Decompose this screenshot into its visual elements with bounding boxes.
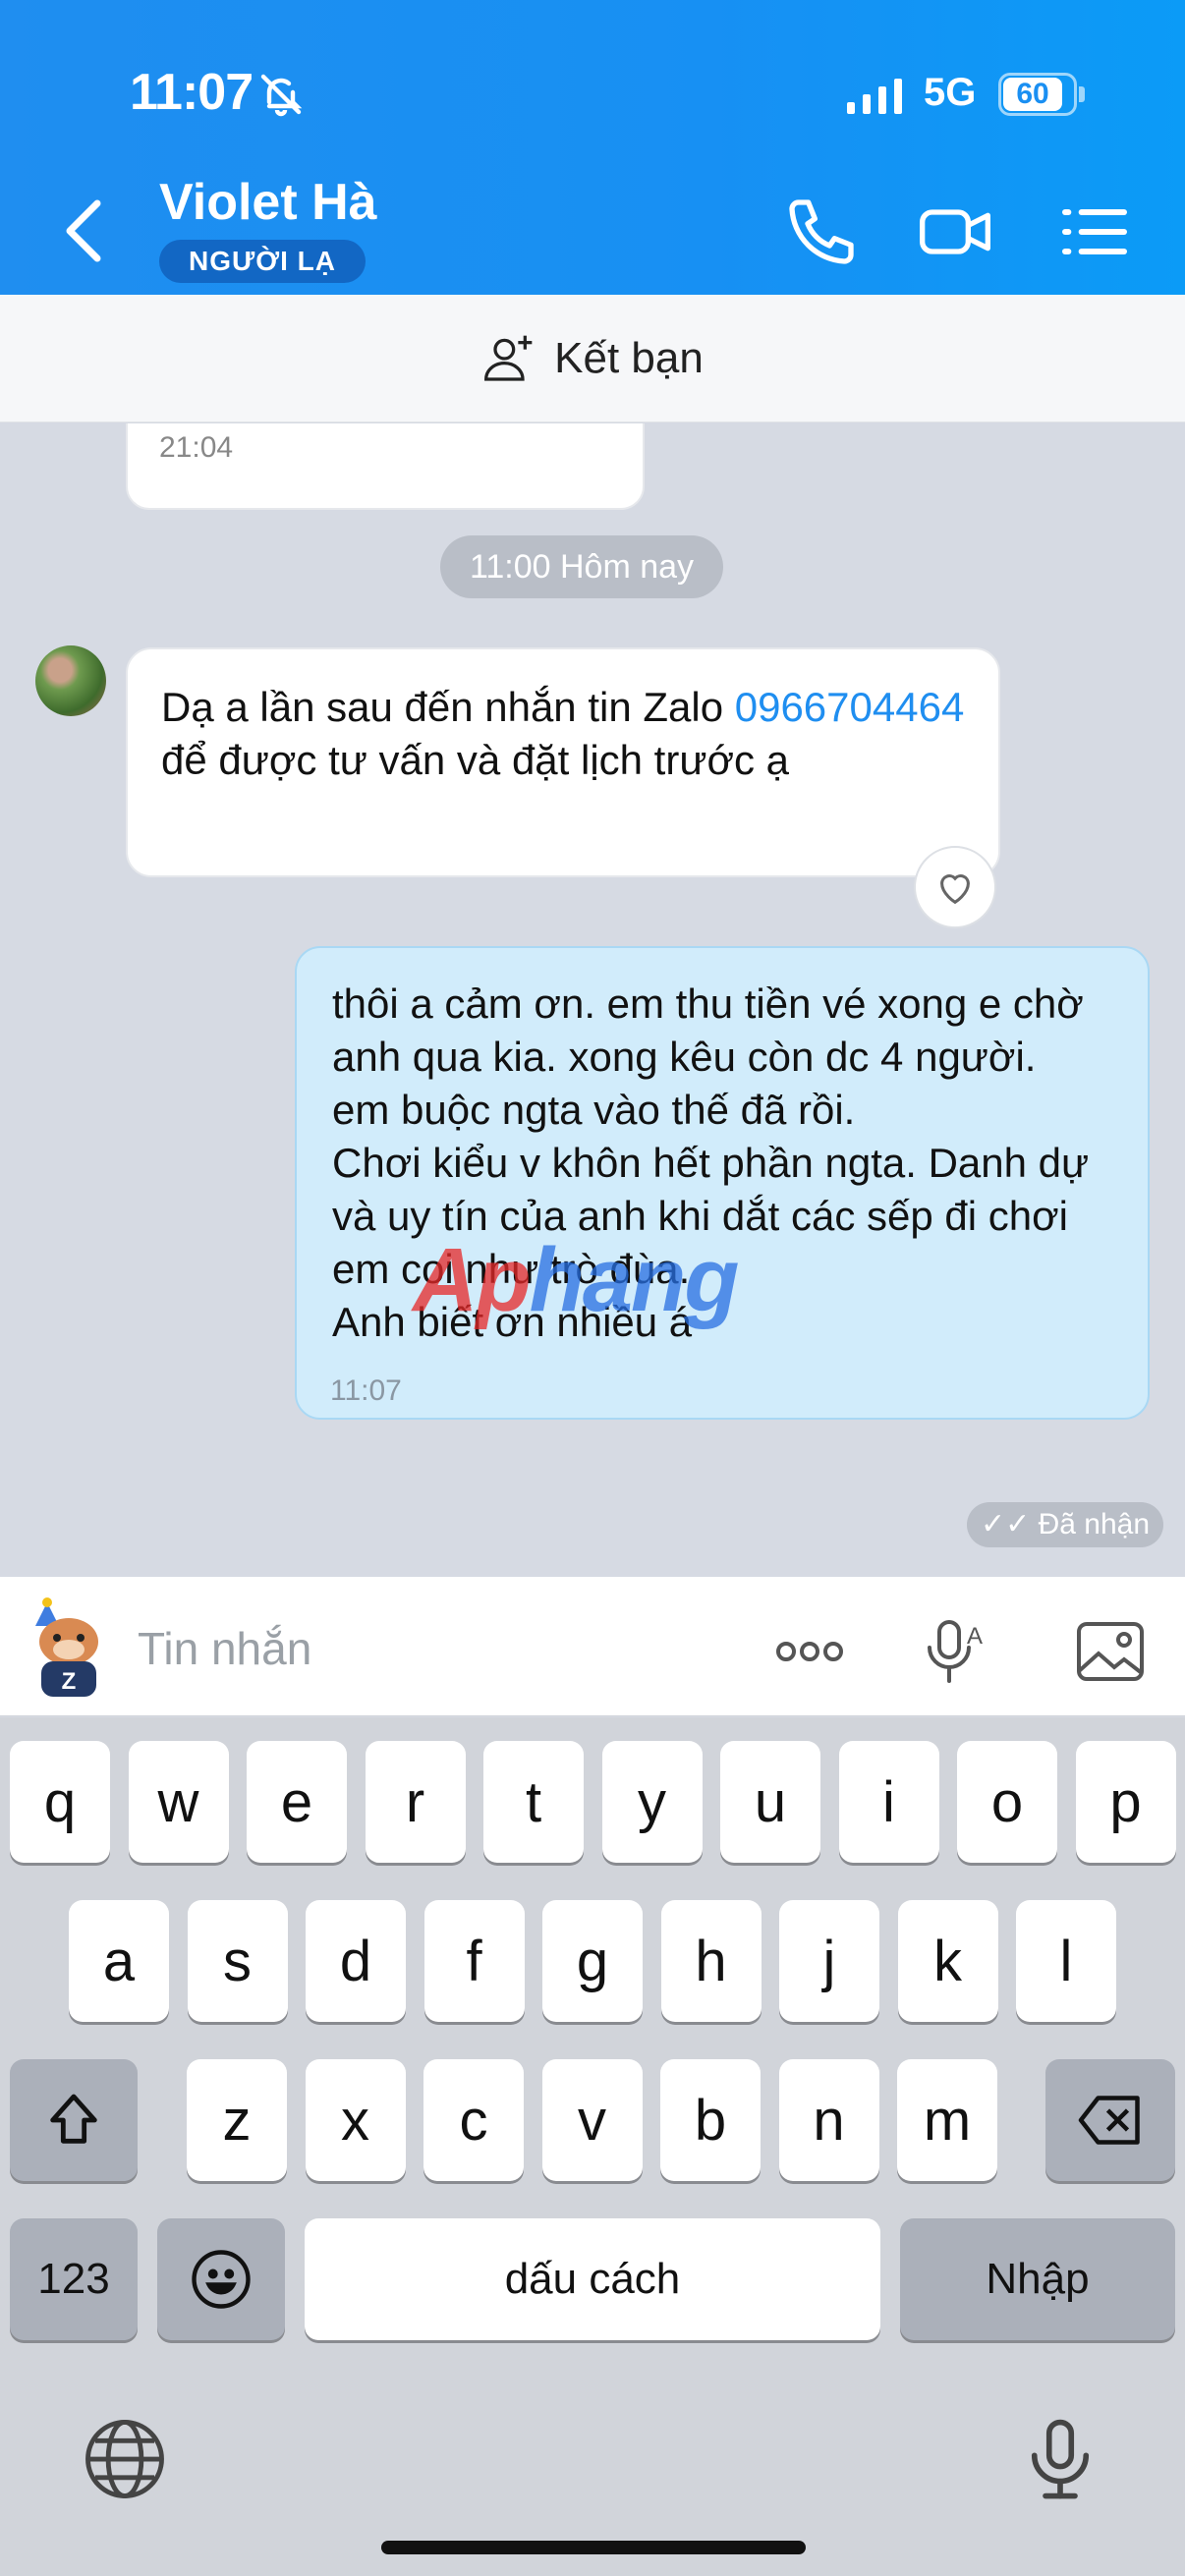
emoji-icon [192,2250,251,2309]
sticker-icon[interactable]: Z [20,1595,118,1703]
add-person-icon [484,335,533,381]
battery-level: 60 [1003,78,1062,111]
more-options-icon[interactable] [770,1612,849,1691]
message-input-bar: Z Tin nhắn A [0,1577,1185,1716]
key-d[interactable]: d [306,1900,406,2022]
svg-text:A: A [967,1623,983,1650]
key-o[interactable]: o [957,1741,1057,1863]
key-j[interactable]: j [779,1900,879,2022]
key-k[interactable]: k [897,1900,998,2022]
key-c[interactable]: c [423,2059,524,2181]
space-key[interactable]: dấu cách [305,2218,880,2340]
phone-call-icon[interactable] [782,193,861,271]
add-friend-button[interactable]: Kết bạn [0,295,1185,422]
key-b[interactable]: b [660,2059,761,2181]
key-m[interactable]: m [897,2059,997,2181]
react-heart-button[interactable] [914,846,996,928]
signal-icon [847,79,902,114]
key-i[interactable]: i [838,1741,939,1863]
svg-text:Z: Z [62,1668,77,1695]
key-t[interactable]: t [483,1741,584,1863]
incoming-message-bubble[interactable]: Dạ a lần sau đến nhắn tin Zalo 096670446… [126,647,1000,877]
key-f[interactable]: f [423,1900,525,2022]
outgoing-message-time: 11:07 [330,1374,402,1407]
incoming-text-after: để được tư vấn và đặt lịch trước ạ [161,737,790,783]
message-input[interactable]: Tin nhắn [138,1622,311,1675]
return-key[interactable]: Nhập [900,2218,1175,2340]
globe-icon[interactable] [81,2415,169,2503]
home-indicator [381,2541,806,2554]
previous-message-time: 21:04 [159,431,234,464]
shift-key[interactable] [10,2059,138,2181]
menu-list-icon[interactable] [1055,193,1134,271]
dictation-mic-icon[interactable] [1016,2415,1104,2503]
phone-number-link[interactable]: 0966704464 [735,684,965,730]
outgoing-message-bubble[interactable]: thôi a cảm ơn. em thu tiền vé xong e chờ… [295,946,1150,1420]
key-g[interactable]: g [542,1900,643,2022]
heart-icon [940,874,970,905]
voice-to-text-icon[interactable]: A [916,1612,994,1691]
chat-header: 11:07 5G 60 Violet Hà NGƯỜI LẠ [0,0,1185,295]
key-l[interactable]: l [1016,1900,1116,2022]
backspace-key[interactable] [1045,2059,1175,2181]
date-separator: 11:00 Hôm nay [440,535,724,598]
backspace-icon [1078,2096,1140,2145]
add-friend-label: Kết bạn [554,333,704,382]
shift-icon [50,2094,97,2144]
key-q[interactable]: q [10,1741,110,1863]
contact-name[interactable]: Violet Hà [159,173,377,232]
watermark-part1: Ap [413,1230,532,1330]
chat-area[interactable]: 21:04 11:00 Hôm nay Dạ a lần sau đến nhắ… [0,423,1185,1577]
key-a[interactable]: a [69,1900,169,2022]
key-n[interactable]: n [778,2059,879,2181]
status-time: 11:07 [130,64,254,121]
stranger-badge: NGƯỜI LẠ [159,240,366,283]
incoming-text-before: Dạ a lần sau đến nhắn tin Zalo [161,684,735,730]
battery-tip [1079,86,1085,102]
key-y[interactable]: y [601,1741,703,1863]
delivery-status: ✓✓ Đã nhận [967,1502,1164,1547]
battery-icon: 60 [998,73,1077,116]
video-call-icon[interactable] [916,193,994,271]
key-w[interactable]: w [128,1741,229,1863]
key-r[interactable]: r [365,1741,466,1863]
key-x[interactable]: x [305,2059,406,2181]
numbers-key[interactable]: 123 [10,2218,138,2340]
key-v[interactable]: v [541,2059,643,2181]
key-s[interactable]: s [187,1900,288,2022]
key-u[interactable]: u [720,1741,820,1863]
key-e[interactable]: e [247,1741,347,1863]
key-h[interactable]: h [660,1900,762,2022]
back-arrow-icon[interactable] [59,196,108,265]
network-type: 5G [924,71,977,114]
image-gallery-icon[interactable] [1071,1612,1150,1691]
contact-avatar[interactable] [35,645,106,716]
key-p[interactable]: p [1075,1741,1176,1863]
watermark-part2: hang [529,1230,740,1330]
key-z[interactable]: z [187,2059,287,2181]
watermark-logo: Aphang [413,1229,740,1332]
emoji-key[interactable] [157,2218,285,2340]
bell-muted-icon [260,74,303,117]
